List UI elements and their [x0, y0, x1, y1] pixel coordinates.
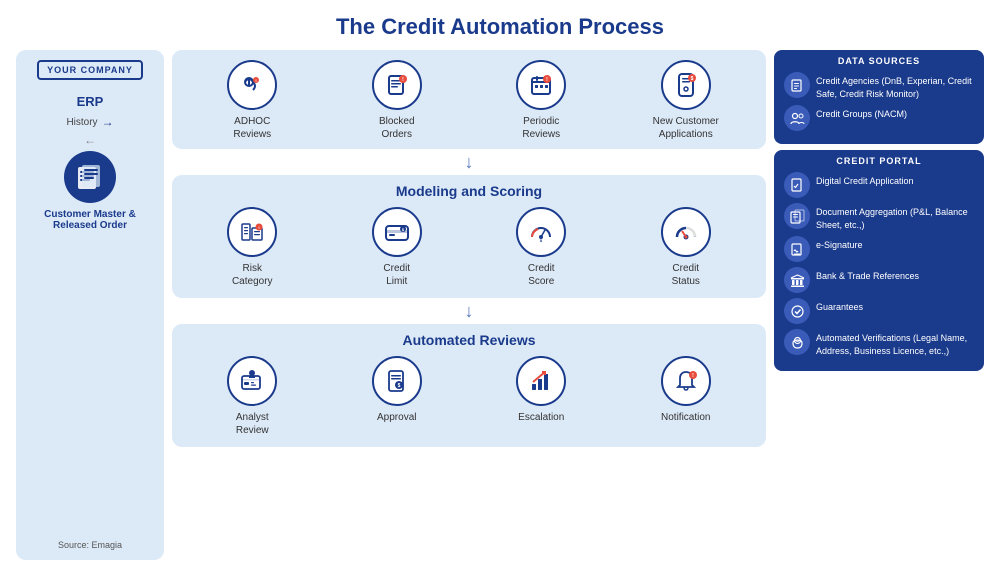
source-label: Source: Emagia — [58, 540, 122, 550]
digital-credit-app-text: Digital Credit Application — [816, 172, 914, 188]
e-signature-text: e-Signature — [816, 236, 863, 252]
right-panel: DATA SOURCES Credit Agencies (DnB, Exper… — [774, 50, 984, 560]
periodic-reviews-label: PeriodicReviews — [522, 115, 560, 141]
credit-agencies-text: Credit Agencies (DnB, Experian, Credit S… — [816, 72, 974, 100]
risk-category-item: ! RiskCategory — [207, 207, 297, 288]
page-title: The Credit Automation Process — [16, 14, 984, 40]
credit-groups-text: Credit Groups (NACM) — [816, 105, 907, 121]
center-panel: ! ADHOCReviews ! — [172, 50, 766, 560]
e-signature-item: e-Signature — [784, 236, 974, 262]
bank-trade-icon — [784, 267, 810, 293]
credit-limit-item: $ CreditLimit — [352, 207, 442, 288]
doc-aggregation-text: Document Aggregation (P&L, Balance Sheet… — [816, 203, 974, 231]
page: The Credit Automation Process YOUR COMPA… — [0, 0, 1000, 570]
notification-label: Notification — [661, 411, 710, 424]
approval-icon: $ — [372, 356, 422, 406]
new-customer-applications-item: $ New CustomerApplications — [641, 60, 731, 141]
svg-text:!: ! — [256, 78, 257, 83]
guarantees-item: Guarantees — [784, 298, 974, 324]
svg-text:$: $ — [397, 383, 400, 389]
credit-limit-label: CreditLimit — [383, 262, 410, 288]
data-sources-box: DATA SOURCES Credit Agencies (DnB, Exper… — [774, 50, 984, 144]
automated-reviews-title: Automated Reviews — [180, 332, 758, 348]
history-label: History — [66, 117, 97, 128]
digital-credit-app-icon — [784, 172, 810, 198]
credit-portal-title: CREDIT PORTAL — [784, 156, 974, 166]
adhoc-reviews-label: ADHOCReviews — [233, 115, 271, 141]
credit-portal-box: CREDIT PORTAL Digital Credit Application — [774, 150, 984, 370]
modeling-scoring-title: Modeling and Scoring — [180, 183, 758, 199]
credit-status-item: CreditStatus — [641, 207, 731, 288]
customer-master-label: Customer Master & Released Order — [24, 209, 156, 231]
arrow-left-icon: ← — [84, 133, 96, 147]
adhoc-reviews-icon: ! — [227, 60, 277, 110]
history-row: History → — [66, 115, 113, 129]
credit-score-label: CreditScore — [528, 262, 555, 288]
digital-credit-app-item: Digital Credit Application — [784, 172, 974, 198]
doc-aggregation-icon — [784, 203, 810, 229]
automated-verifications-text: Automated Verifications (Legal Name, Add… — [816, 329, 974, 357]
automated-icons-row: AnalystReview $ — [180, 356, 758, 437]
center-top: ! ADHOCReviews ! — [172, 50, 766, 149]
analyst-review-item: AnalystReview — [207, 356, 297, 437]
data-sources-title: DATA SOURCES — [784, 56, 974, 66]
e-signature-icon — [784, 236, 810, 262]
notification-icon: ! — [661, 356, 711, 406]
automated-verifications-item: Automated Verifications (Legal Name, Add… — [784, 329, 974, 357]
credit-groups-item: Credit Groups (NACM) — [784, 105, 974, 131]
blocked-orders-icon: ! — [372, 60, 422, 110]
guarantees-icon — [784, 298, 810, 324]
notification-item: ! Notification — [641, 356, 731, 424]
escalation-item: Escalation — [496, 356, 586, 424]
credit-score-item: $ CreditScore — [496, 207, 586, 288]
arrow-down-1: ↓ — [172, 153, 766, 171]
new-customer-applications-icon: $ — [661, 60, 711, 110]
arrow-down-2: ↓ — [172, 302, 766, 320]
bank-trade-item: Bank & Trade References — [784, 267, 974, 293]
approval-label: Approval — [377, 411, 416, 424]
risk-category-label: RiskCategory — [232, 262, 273, 288]
credit-score-icon: $ — [516, 207, 566, 257]
svg-text:$: $ — [690, 76, 693, 82]
periodic-reviews-item: ! PeriodicReviews — [496, 60, 586, 141]
analyst-review-label: AnalystReview — [236, 411, 269, 437]
periodic-reviews-icon: ! — [516, 60, 566, 110]
credit-agencies-icon — [784, 72, 810, 98]
credit-agencies-item: Credit Agencies (DnB, Experian, Credit S… — [784, 72, 974, 100]
svg-text:$: $ — [540, 238, 543, 243]
new-customer-applications-label: New CustomerApplications — [653, 115, 719, 141]
guarantees-text: Guarantees — [816, 298, 863, 314]
approval-item: $ Approval — [352, 356, 442, 424]
erp-label: ERP — [77, 94, 104, 109]
bank-trade-text: Bank & Trade References — [816, 267, 919, 283]
doc-aggregation-item: Document Aggregation (P&L, Balance Sheet… — [784, 203, 974, 231]
your-company-title: YOUR COMPANY — [37, 60, 143, 80]
blocked-orders-item: ! BlockedOrders — [352, 60, 442, 141]
risk-category-icon: ! — [227, 207, 277, 257]
arrow-back-row: ← — [84, 133, 96, 147]
left-panel: YOUR COMPANY ERP History → ← — [16, 50, 164, 560]
automated-verifications-icon — [784, 329, 810, 355]
main-row: YOUR COMPANY ERP History → ← — [16, 50, 984, 560]
credit-status-label: CreditStatus — [672, 262, 700, 288]
arrow-right-icon: → — [102, 115, 114, 129]
adhoc-reviews-item: ! ADHOCReviews — [207, 60, 297, 141]
credit-status-icon — [661, 207, 711, 257]
credit-limit-icon: $ — [372, 207, 422, 257]
escalation-label: Escalation — [518, 411, 564, 424]
analyst-review-icon — [227, 356, 277, 406]
svg-text:!: ! — [259, 225, 260, 230]
erp-icon — [64, 151, 116, 203]
escalation-icon — [516, 356, 566, 406]
modeling-icons-row: ! RiskCategory — [180, 207, 758, 288]
automated-reviews-section: Automated Reviews — [172, 324, 766, 447]
credit-groups-icon — [784, 105, 810, 131]
modeling-scoring-section: Modeling and Scoring — [172, 175, 766, 298]
blocked-orders-label: BlockedOrders — [379, 115, 415, 141]
